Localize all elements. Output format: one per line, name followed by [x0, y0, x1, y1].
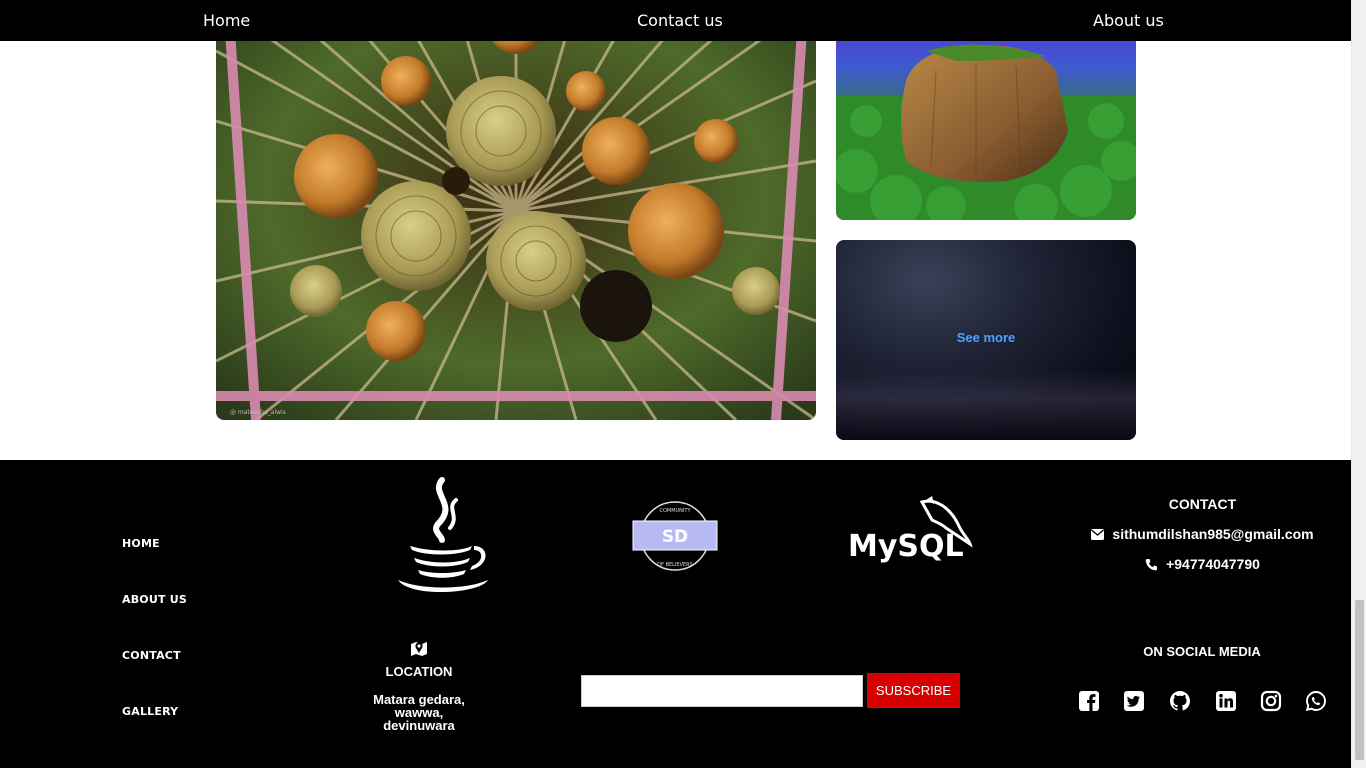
social-icons	[1078, 690, 1336, 714]
gallery-section: @ mateesha_alwis See more	[0, 1, 1351, 460]
nav-about-link[interactable]: About us	[1093, 0, 1164, 41]
envelope-icon	[1091, 528, 1105, 540]
contact-email-row[interactable]: sithumdilshan985@gmail.com	[1080, 526, 1325, 542]
basket-lamps-image: @ mateesha_alwis	[216, 1, 816, 420]
linkedin-icon[interactable]	[1215, 690, 1237, 712]
gallery-photo-basket-lamps[interactable]: @ mateesha_alwis	[216, 1, 816, 420]
nav-home-link[interactable]: Home	[203, 0, 250, 41]
subscribe-email-input[interactable]	[581, 675, 863, 707]
footer-link-gallery[interactable]: GALLERY	[122, 705, 178, 718]
nav-contact-link[interactable]: Contact us	[637, 0, 723, 41]
see-more-card[interactable]: See more	[836, 240, 1136, 440]
address-line: devinuwara	[383, 718, 455, 733]
see-more-link[interactable]: See more	[836, 330, 1136, 345]
mysql-logo: MySQL	[846, 494, 976, 568]
footer-link-contact[interactable]: CONTACT	[122, 649, 181, 662]
card-haze	[836, 370, 1136, 440]
phone-icon	[1145, 558, 1158, 570]
contact-title: CONTACT	[1168, 496, 1237, 512]
sd-logo-bottom-text: OF BELIEVERS	[657, 562, 693, 568]
location-section: LOCATION Matara gedara, wawwa, devinuwar…	[360, 640, 478, 732]
location-address: Matara gedara, wawwa, devinuwara	[360, 693, 478, 732]
sd-logo-text: SD	[662, 527, 688, 547]
subscribe-button[interactable]: SUBSCRIBE	[867, 673, 960, 708]
java-cup-icon	[398, 477, 488, 593]
footer-link-home[interactable]: HOME	[122, 537, 160, 550]
github-icon[interactable]	[1169, 690, 1191, 712]
page: @ mateesha_alwis See more Home Contact u…	[0, 0, 1366, 768]
java-logo	[390, 476, 494, 604]
contact-phone-row[interactable]: +94774047790	[1080, 556, 1325, 572]
twitter-icon[interactable]	[1123, 690, 1145, 712]
map-location-icon	[411, 642, 427, 656]
instagram-icon[interactable]	[1260, 690, 1282, 712]
mysql-dolphin-icon: MySQL	[848, 496, 973, 564]
photo-watermark: @ mateesha_alwis	[230, 409, 286, 416]
scrollbar-thumb[interactable]	[1355, 600, 1364, 760]
footer: HOME ABOUT US CONTACT GALLERY SD COMMUNI…	[0, 460, 1351, 768]
mysql-text: MySQL	[848, 529, 964, 564]
sd-logo-icon: SD COMMUNITY OF BELIEVERS	[632, 501, 718, 571]
sd-logo-top-text: COMMUNITY	[659, 508, 691, 514]
sd-community-logo: SD COMMUNITY OF BELIEVERS	[632, 500, 718, 580]
page-scrollbar[interactable]	[1351, 0, 1366, 768]
social-media-section: ON SOCIAL MEDIA	[1068, 644, 1336, 712]
contact-phone[interactable]: +94774047790	[1166, 556, 1260, 572]
footer-link-about[interactable]: ABOUT US	[122, 593, 187, 606]
contact-section: CONTACT sithumdilshan985@gmail.com +9477…	[1080, 496, 1325, 572]
location-title: LOCATION	[385, 664, 453, 679]
social-title: ON SOCIAL MEDIA	[1143, 644, 1261, 659]
top-navigation: Home Contact us About us	[0, 0, 1351, 41]
contact-email[interactable]: sithumdilshan985@gmail.com	[1112, 526, 1313, 542]
whatsapp-icon[interactable]	[1305, 690, 1327, 712]
facebook-icon[interactable]	[1078, 690, 1100, 712]
